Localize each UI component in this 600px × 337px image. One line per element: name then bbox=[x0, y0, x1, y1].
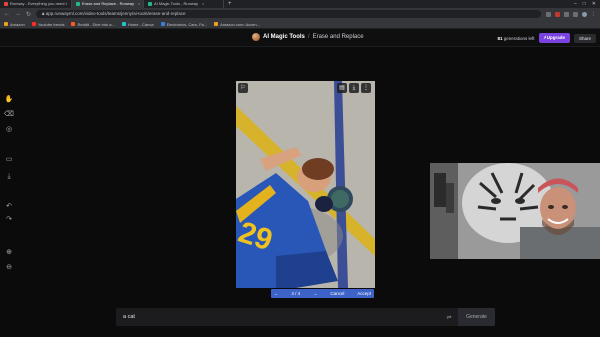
maximize-icon[interactable]: □ bbox=[583, 0, 586, 8]
redo-icon[interactable]: ↷ bbox=[3, 214, 15, 226]
cancel-button[interactable]: Cancel bbox=[330, 291, 344, 296]
breadcrumb: AI Magic Tools / Erase and Replace bbox=[252, 33, 364, 41]
webcam-overlay bbox=[430, 163, 600, 259]
bookmark-label: Reddit - Dive into a... bbox=[77, 21, 115, 27]
download-icon[interactable]: ⤓ bbox=[3, 171, 15, 183]
bookmark-amazon-accent[interactable]: Amazon.com: Accen... bbox=[214, 22, 260, 27]
app-logo-icon bbox=[252, 33, 260, 41]
menu-kebab-icon[interactable]: ⋮ bbox=[591, 11, 596, 17]
browser-tab-erase-replace[interactable]: Erase and Replace - Runway × bbox=[72, 0, 144, 8]
generate-button[interactable]: Generate bbox=[458, 308, 495, 326]
generations-text: generations left bbox=[503, 35, 535, 41]
forward-icon[interactable]: → bbox=[15, 11, 21, 17]
variation-controls: ← 4 / 4 → Cancel Accept bbox=[271, 289, 374, 298]
back-icon[interactable]: ← bbox=[4, 11, 10, 17]
window-controls: – □ ✕ bbox=[574, 0, 600, 8]
accept-button[interactable]: Accept bbox=[357, 291, 371, 296]
folder-icon[interactable]: ▭ bbox=[3, 154, 15, 166]
bookmark-youtube[interactable]: Youtube trends bbox=[31, 21, 65, 27]
bookmarks-bar: Amazon Youtube trends Reddit - Dive into… bbox=[0, 20, 600, 29]
extension-icon[interactable] bbox=[555, 11, 560, 17]
webcam-feed bbox=[430, 163, 600, 259]
extension-icon[interactable] bbox=[546, 11, 551, 17]
gallery-icon[interactable]: ▤ bbox=[337, 83, 347, 93]
breadcrumb-separator: / bbox=[307, 34, 310, 40]
extension-icon[interactable] bbox=[564, 11, 569, 17]
tab-label: Runway - Everything you need t bbox=[10, 1, 67, 6]
bookmark-electronics[interactable]: Electronics, Cars, Fa... bbox=[160, 21, 208, 27]
app-header: AI Magic Tools / Erase and Replace 81 ge… bbox=[0, 29, 600, 47]
address-bar-row: ← → ↻ 🔒︎ app.runwayml.com/video-tools/te… bbox=[0, 8, 600, 20]
profile-icon[interactable] bbox=[582, 11, 587, 17]
runway-favicon-icon bbox=[4, 2, 8, 6]
header-actions: 81 generations left ⚡︎Upgrade Share bbox=[497, 33, 596, 43]
minimize-icon[interactable]: – bbox=[574, 0, 577, 8]
undo-icon[interactable]: ↶ bbox=[3, 201, 15, 213]
bookmark-label: Youtube trends bbox=[37, 21, 65, 27]
amazon-icon bbox=[4, 22, 8, 26]
close-tab-icon[interactable]: × bbox=[202, 0, 204, 8]
generations-count: 81 bbox=[497, 35, 503, 41]
target-icon[interactable]: ◎ bbox=[3, 124, 15, 136]
bookmark-label: Amazon bbox=[10, 21, 25, 27]
zoom-in-icon[interactable]: ⊕ bbox=[3, 247, 15, 259]
url-field[interactable]: 🔒︎ app.runwayml.com/video-tools/teams/je… bbox=[36, 10, 541, 18]
bookmark-canva[interactable]: Home - Canva bbox=[121, 21, 154, 27]
youtube-icon bbox=[31, 22, 36, 26]
url-text: app.runwayml.com/video-tools/teams/jenny… bbox=[45, 11, 186, 16]
bookmark-label: Amazon.com: Accen... bbox=[220, 21, 260, 27]
bookmark-reddit[interactable]: Reddit - Dive into a... bbox=[71, 21, 115, 27]
bookmark-label: Home - Canva bbox=[127, 21, 154, 27]
reddit-icon bbox=[71, 22, 76, 26]
next-variation-icon[interactable]: → bbox=[313, 291, 318, 296]
share-button[interactable]: Share bbox=[573, 33, 596, 43]
bookmark-label: Electronics, Cars, Fa... bbox=[166, 21, 208, 27]
browser-tab-strip: Runway - Everything you need t Erase and… bbox=[0, 0, 600, 8]
browser-tab-runway[interactable]: Runway - Everything you need t bbox=[0, 0, 72, 8]
page-title: Erase and Replace bbox=[312, 34, 364, 40]
app-title[interactable]: AI Magic Tools bbox=[263, 34, 305, 40]
previous-variation-icon[interactable]: ← bbox=[274, 291, 279, 296]
upgrade-label: Upgrade bbox=[546, 35, 565, 40]
canva-icon bbox=[121, 22, 126, 26]
close-window-icon[interactable]: ✕ bbox=[592, 0, 596, 8]
more-options-icon[interactable]: ⋮ bbox=[361, 83, 371, 93]
upgrade-button[interactable]: ⚡︎Upgrade bbox=[538, 33, 570, 43]
variation-counter: 4 / 4 bbox=[291, 291, 301, 296]
prompt-bar: a cat ⇌ Generate bbox=[116, 308, 495, 326]
settings-sliders-icon[interactable]: ⇌ bbox=[440, 314, 458, 321]
new-tab-button[interactable]: + bbox=[224, 0, 236, 8]
eraser-icon[interactable]: ⌫ bbox=[3, 109, 15, 121]
reload-icon[interactable]: ↻ bbox=[26, 11, 31, 18]
runway-favicon-icon bbox=[76, 2, 80, 6]
prompt-input[interactable]: a cat bbox=[116, 314, 440, 320]
zoom-out-icon[interactable]: ⊖ bbox=[3, 262, 15, 274]
download-image-icon[interactable]: ⤓ bbox=[349, 83, 359, 93]
generated-photo: 29 bbox=[236, 81, 375, 288]
hand-icon[interactable]: ✋ bbox=[3, 94, 15, 106]
globe-icon bbox=[160, 22, 165, 26]
mask-icon[interactable]: ⚐ bbox=[238, 83, 248, 93]
amazon-icon bbox=[214, 22, 219, 26]
close-tab-icon[interactable]: × bbox=[138, 0, 140, 8]
runway-favicon-icon bbox=[148, 2, 152, 6]
browser-tab-magic-tools[interactable]: AI Magic Tools - Runway × bbox=[144, 0, 224, 8]
extension-icons: ⋮ bbox=[546, 11, 596, 17]
bookmark-amazon[interactable]: Amazon bbox=[4, 22, 25, 27]
canvas-image[interactable]: 29 ⚐ ▤ ⤓ ⋮ bbox=[236, 81, 375, 288]
tab-label: AI Magic Tools - Runway bbox=[154, 1, 198, 6]
tab-label: Erase and Replace - Runway bbox=[82, 1, 135, 6]
generations-remaining: 81 generations left bbox=[497, 36, 534, 41]
extension-icon[interactable] bbox=[573, 11, 578, 17]
screen: Runway - Everything you need t Erase and… bbox=[0, 0, 600, 337]
